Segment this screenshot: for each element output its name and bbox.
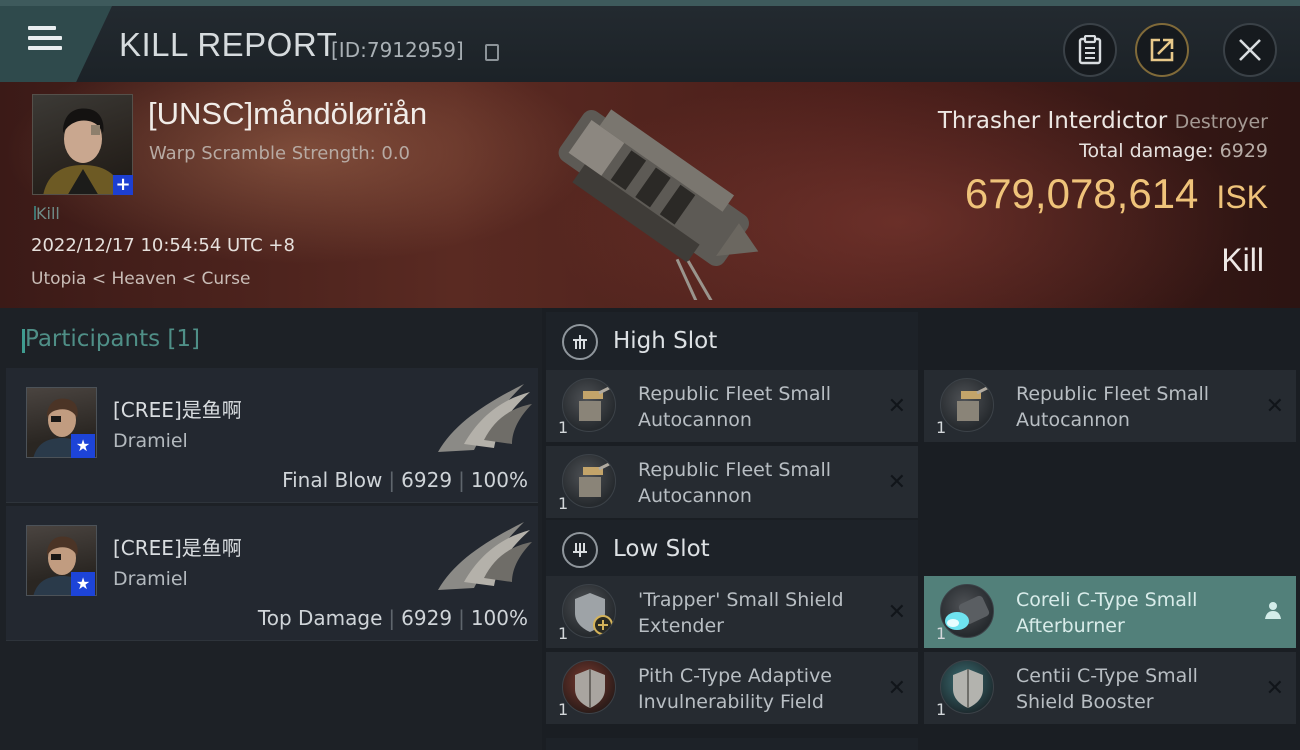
clipboard-icon xyxy=(1078,35,1102,65)
ship-name-text: Thrasher Interdictor xyxy=(937,108,1168,134)
participants-header: Participants [1] xyxy=(22,326,200,353)
copy-id-icon[interactable] xyxy=(485,44,499,61)
low-slot-icon xyxy=(562,532,598,568)
total-damage: Total damage: 6929 xyxy=(1079,140,1268,162)
victim-ship-image xyxy=(558,109,759,300)
module-name: Republic Fleet Small Autocannon xyxy=(638,383,832,431)
warp-scramble-strength: Warp Scramble Strength: 0.0 xyxy=(149,143,411,164)
victim-name[interactable]: [UNSC]måndölørïån xyxy=(148,96,427,132)
kill-tag: Kill xyxy=(34,204,60,223)
invulnerability-field-icon xyxy=(562,660,616,714)
participant-card[interactable]: ★ [CREE]是鱼啊 Dramiel Final Blow | 6929 | 100% xyxy=(6,368,538,503)
module-name: Republic Fleet Small Autocannon xyxy=(1016,383,1210,431)
module-name: Pith C-Type Adaptive Invulnerability Fiel… xyxy=(638,665,832,713)
total-damage-label: Total damage: xyxy=(1079,140,1214,162)
destroyed-mark-icon: ✕ xyxy=(887,394,906,419)
destroyed-mark-icon: ✕ xyxy=(887,470,906,495)
participant-stats: Top Damage | 6929 | 100% xyxy=(257,606,528,630)
destroyed-mark-icon: ✕ xyxy=(887,676,906,701)
afterburner-icon xyxy=(940,584,994,638)
share-button[interactable] xyxy=(1135,23,1189,77)
module-quantity: 1 xyxy=(558,624,569,643)
module-name: Republic Fleet Small Autocannon xyxy=(638,459,832,507)
module-quantity: 1 xyxy=(558,494,569,513)
module-quantity: 1 xyxy=(936,624,947,643)
star-badge-icon: ★ xyxy=(71,572,95,596)
top-bar: KILL REPORT [ID:7912959] xyxy=(0,0,1300,82)
hamburger-icon xyxy=(28,26,62,56)
participants-panel: Participants [1] ★ [CREE]是鱼啊 Dramiel Fin… xyxy=(0,308,542,750)
autocannon-icon xyxy=(940,378,994,432)
plus-badge: + xyxy=(113,175,133,195)
dropped-item-person-icon xyxy=(1265,602,1281,619)
module-name: 'Trapper' Small Shield Extender xyxy=(638,589,844,637)
participant-ship-image xyxy=(438,522,532,590)
kill-datetime: 2022/12/17 10:54:54 UTC +8 xyxy=(31,235,295,256)
participant-stats: Final Blow | 6929 | 100% xyxy=(282,468,528,492)
participant-damage: 6929 xyxy=(401,468,453,492)
star-badge-icon: ★ xyxy=(71,434,95,458)
isk-unit: ISK xyxy=(1216,179,1268,215)
participant-percent: 100% xyxy=(470,606,528,630)
isk-value: 679,078,614 ISK xyxy=(965,170,1268,218)
module-name: Centii C-Type Small Shield Booster xyxy=(1016,665,1198,713)
fitting-panel: High Slot 1 Republic Fleet Small Autocann… xyxy=(542,308,1300,750)
participant-ship: Dramiel xyxy=(113,430,188,452)
destroyed-mark-icon: ✕ xyxy=(887,600,906,625)
report-id: [ID:7912959] xyxy=(331,38,464,62)
victim-ship-name[interactable]: Thrasher Interdictor Destroyer xyxy=(938,108,1268,134)
participant-ship-image xyxy=(438,384,532,452)
autocannon-icon xyxy=(562,378,616,432)
high-slot-header: High Slot xyxy=(546,312,918,370)
participant-role: Top Damage xyxy=(257,606,383,630)
participant-ship: Dramiel xyxy=(113,568,188,590)
low-slot-header: Low Slot xyxy=(546,520,918,578)
total-damage-value: 6929 xyxy=(1219,140,1268,162)
high-slot-icon xyxy=(562,324,598,360)
low-slot-label: Low Slot xyxy=(613,536,710,562)
clipboard-button[interactable] xyxy=(1063,23,1117,77)
module-name: Coreli C-Type Small Afterburner xyxy=(1016,589,1198,637)
module-slot[interactable]: 1 Centii C-Type Small Shield Booster ✕ xyxy=(924,652,1296,724)
share-icon xyxy=(1150,38,1174,62)
page-title: KILL REPORT xyxy=(119,26,338,63)
destroyed-mark-icon: ✕ xyxy=(1265,676,1284,701)
kill-result: Kill xyxy=(1221,242,1264,278)
participant-name: [CREE]是鱼啊 xyxy=(113,536,242,560)
destroyed-mark-icon: ✕ xyxy=(1265,394,1284,419)
module-quantity: 1 xyxy=(558,700,569,719)
module-quantity: 1 xyxy=(936,700,947,719)
ship-class-text: Destroyer xyxy=(1174,111,1268,133)
shield-extender-icon xyxy=(562,584,616,638)
module-quantity: 1 xyxy=(558,418,569,437)
next-slot-header-partial xyxy=(546,738,918,750)
module-quantity: 1 xyxy=(936,418,947,437)
participant-card[interactable]: ★ [CREE]是鱼啊 Dramiel Top Damage | 6929 | 100% xyxy=(6,506,538,641)
shield-booster-icon xyxy=(940,660,994,714)
module-slot[interactable]: 1 Republic Fleet Small Autocannon ✕ xyxy=(546,370,918,442)
module-slot[interactable]: 1 Republic Fleet Small Autocannon ✕ xyxy=(546,446,918,518)
high-slot-label: High Slot xyxy=(613,328,718,354)
module-slot[interactable]: 1 'Trapper' Small Shield Extender ✕ xyxy=(546,576,918,648)
close-button[interactable] xyxy=(1223,23,1277,77)
menu-button[interactable] xyxy=(0,6,112,82)
participant-role: Final Blow xyxy=(282,468,383,492)
isk-amount: 679,078,614 xyxy=(964,170,1199,217)
module-slot[interactable]: 1 Republic Fleet Small Autocannon ✕ xyxy=(924,370,1296,442)
module-slot[interactable]: 1 Pith C-Type Adaptive Invulnerability Fi… xyxy=(546,652,918,724)
participant-percent: 100% xyxy=(470,468,528,492)
kill-location[interactable]: Utopia < Heaven < Curse xyxy=(31,269,250,289)
participant-name: [CREE]是鱼啊 xyxy=(113,398,242,422)
victim-banner: + [UNSC]måndölørïån Warp Scramble Streng… xyxy=(0,82,1300,308)
module-slot[interactable]: 1 Coreli C-Type Small Afterburner xyxy=(924,576,1296,648)
close-icon xyxy=(1239,39,1261,61)
autocannon-icon xyxy=(562,454,616,508)
participant-damage: 6929 xyxy=(401,606,453,630)
